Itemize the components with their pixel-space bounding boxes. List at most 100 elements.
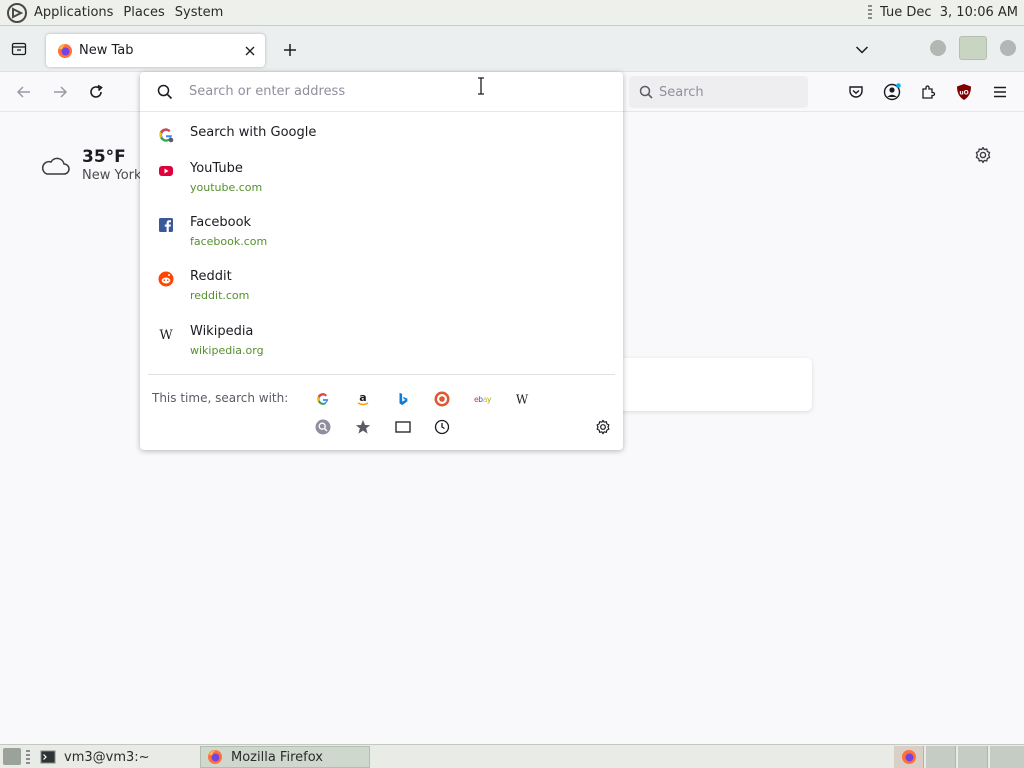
taskbar-item-label: Mozilla Firefox	[231, 749, 323, 765]
back-button[interactable]	[12, 80, 36, 104]
amazon-icon: a	[357, 391, 369, 406]
panel-clock[interactable]: Tue Dec 3, 10:06 AM	[880, 5, 1018, 20]
personalize-button[interactable]	[972, 144, 994, 166]
list-all-tabs-button[interactable]	[850, 38, 874, 62]
result-url: facebook.com	[190, 235, 268, 248]
result-reddit[interactable]: Reddit reddit.com	[148, 269, 615, 302]
firefox-view-icon	[11, 42, 27, 56]
panel-drag-handle[interactable]	[868, 4, 872, 21]
workspace-1[interactable]	[894, 746, 924, 768]
reload-button[interactable]	[84, 80, 108, 104]
places-menu[interactable]: Places	[123, 5, 164, 20]
one-off-bing[interactable]	[394, 390, 412, 408]
plus-icon	[284, 44, 296, 56]
one-off-bookmarks[interactable]	[354, 418, 372, 436]
svg-text:W: W	[159, 328, 173, 342]
forward-button[interactable]	[48, 80, 72, 104]
result-wikipedia[interactable]: W Wikipedia wikipedia.org	[148, 324, 615, 357]
pocket-button[interactable]	[846, 82, 866, 102]
extensions-button[interactable]	[918, 82, 938, 102]
search-bar[interactable]: Search	[629, 76, 808, 108]
search-settings-button[interactable]	[594, 418, 612, 436]
one-off-ebay[interactable]: e b a y	[474, 390, 492, 408]
result-url: youtube.com	[190, 181, 263, 194]
one-off-wikipedia[interactable]: W	[513, 390, 531, 408]
new-tab-button[interactable]	[278, 38, 302, 62]
workspace-2[interactable]	[926, 746, 956, 768]
applications-menu[interactable]: Applications	[34, 5, 113, 20]
result-url: wikipedia.org	[190, 344, 264, 357]
result-title: Wikipedia	[190, 324, 254, 339]
close-window-button[interactable]	[1000, 40, 1016, 56]
one-off-search-history[interactable]	[314, 418, 332, 436]
google-icon	[159, 128, 174, 143]
taskbar-item-terminal[interactable]: vm3@vm3:~	[34, 746, 194, 768]
search-bar-placeholder: Search	[659, 84, 704, 100]
system-menu[interactable]: System	[175, 5, 223, 20]
history-clock-icon	[434, 419, 450, 435]
weather-location: New York	[82, 168, 142, 183]
debian-menu-icon[interactable]	[6, 2, 28, 24]
content-card	[600, 358, 812, 411]
show-desktop-button[interactable]	[3, 748, 21, 765]
duckduckgo-icon	[434, 391, 450, 407]
tab-strip: New Tab	[0, 26, 1024, 72]
result-title: Search with Google	[190, 125, 317, 140]
minimize-window-button[interactable]	[930, 40, 946, 56]
arrow-left-icon	[16, 86, 30, 98]
ublock-origin-button[interactable]: uO	[954, 82, 974, 102]
tab-close-button[interactable]	[238, 39, 262, 63]
firefox-view-button[interactable]	[8, 38, 30, 60]
tab-new-tab[interactable]: New Tab	[46, 34, 265, 67]
result-title: Reddit	[190, 269, 232, 284]
app-menu-button[interactable]	[990, 82, 1010, 102]
top-panel: Applications Places System Tue Dec 3, 10…	[0, 0, 1024, 26]
one-off-google[interactable]	[314, 390, 332, 408]
one-off-history[interactable]	[433, 418, 451, 436]
svg-text:y: y	[487, 395, 492, 404]
firefox-icon	[902, 750, 916, 764]
wikipedia-icon: W	[516, 393, 529, 407]
taskbar-item-firefox[interactable]: Mozilla Firefox	[200, 746, 370, 768]
svg-text:a: a	[359, 391, 366, 404]
taskbar-item-label: vm3@vm3:~	[64, 749, 150, 765]
account-button[interactable]	[882, 82, 902, 102]
taskbar-drag-handle[interactable]	[26, 750, 30, 764]
result-youtube[interactable]: YouTube youtube.com	[148, 161, 615, 194]
chevron-down-icon	[855, 46, 869, 54]
text-cursor-icon	[478, 77, 484, 95]
bing-icon	[399, 392, 408, 406]
close-icon	[245, 46, 255, 55]
one-off-tabs[interactable]	[394, 418, 412, 436]
cloud-icon	[41, 157, 70, 175]
workspace-3[interactable]	[958, 746, 988, 768]
gear-icon	[596, 419, 610, 435]
one-off-search-label: This time, search with:	[152, 391, 289, 405]
weather-temperature: 35°F	[82, 147, 126, 167]
bottom-taskbar: vm3@vm3:~ Mozilla Firefox	[0, 744, 1024, 768]
one-off-duckduckgo[interactable]	[433, 390, 451, 408]
result-search-with-google[interactable]: Search with Google	[148, 125, 615, 143]
result-title: Facebook	[190, 215, 252, 230]
terminal-icon	[40, 750, 56, 764]
search-icon	[639, 85, 653, 99]
address-bar[interactable]	[140, 72, 623, 112]
result-title: YouTube	[190, 161, 243, 176]
arrow-right-icon	[54, 86, 68, 98]
tabs-icon	[395, 421, 411, 433]
youtube-icon	[159, 166, 173, 176]
search-history-icon	[315, 419, 331, 435]
ebay-icon: e b a y	[474, 395, 492, 404]
firefox-icon	[208, 750, 222, 764]
bookmarks-star-icon	[355, 420, 371, 434]
weather-widget[interactable]: 35°F New York	[40, 147, 142, 183]
workspace-4[interactable]	[990, 746, 1024, 768]
address-input[interactable]	[189, 84, 589, 99]
gear-icon	[975, 146, 991, 164]
account-icon	[883, 83, 901, 101]
maximize-window-button[interactable]	[959, 36, 987, 60]
result-url: reddit.com	[190, 289, 250, 302]
one-off-amazon[interactable]: a	[354, 390, 372, 408]
result-facebook[interactable]: Facebook facebook.com	[148, 215, 615, 248]
divider	[148, 374, 615, 375]
